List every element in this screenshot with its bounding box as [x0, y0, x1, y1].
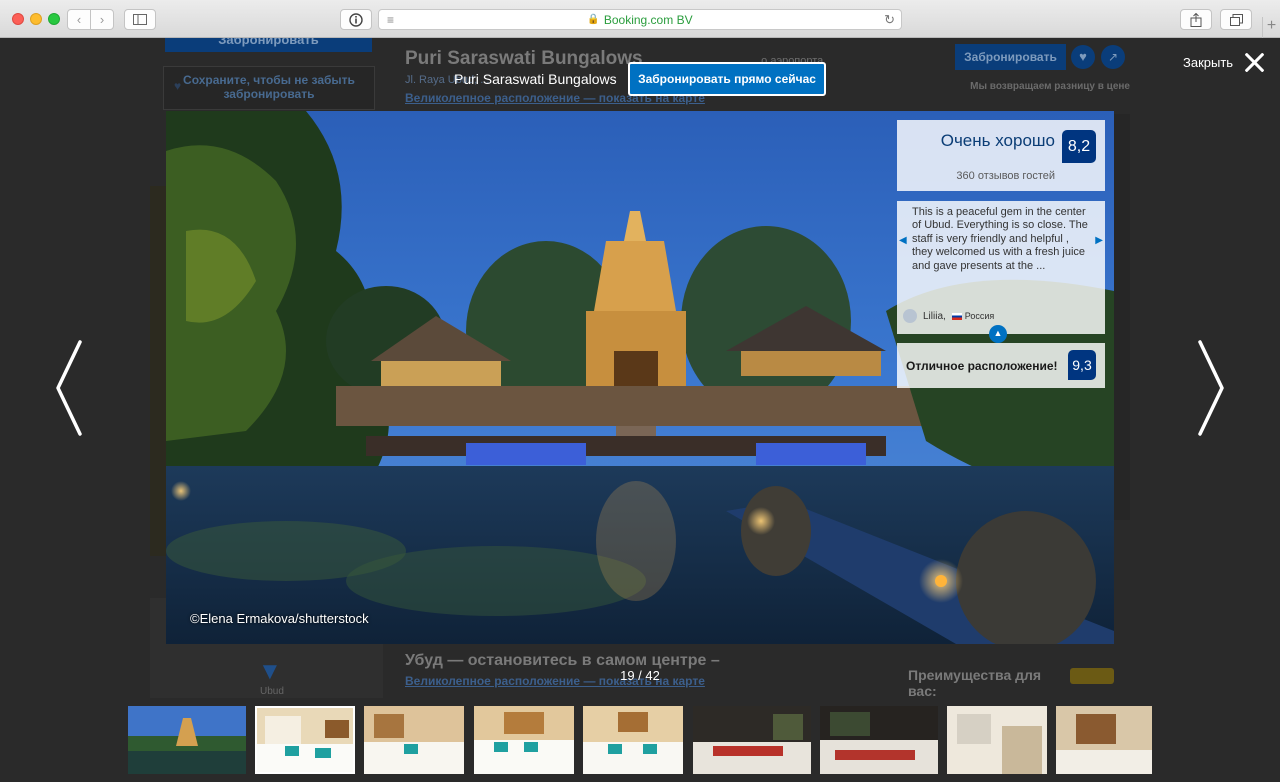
minimize-window-button[interactable]: [30, 13, 42, 25]
close-window-button[interactable]: [12, 13, 24, 25]
close-label: Закрыть: [1183, 54, 1234, 70]
location-panel: Отличное расположение! 9,3: [897, 343, 1105, 388]
thumbnail-1[interactable]: [128, 706, 246, 774]
thumbnail-9[interactable]: [1056, 706, 1152, 774]
chevron-right-icon[interactable]: [1196, 340, 1226, 436]
location-score-badge: 9,3: [1068, 350, 1096, 380]
bg-strip: [150, 186, 166, 556]
bg-book-right-button: Забронировать: [955, 44, 1066, 70]
heart-icon: ♥: [174, 79, 182, 93]
close-icon[interactable]: [1243, 51, 1265, 73]
bg-right-panel: [1114, 114, 1130, 520]
close-gallery-button[interactable]: Закрыть: [1183, 51, 1265, 73]
score-panel: Очень хорошо 360 отзывов гостей 8,2: [897, 120, 1105, 191]
avatar: [903, 309, 917, 323]
bg-hotel-title: Puri Saraswati Bungalows: [405, 48, 643, 69]
thumbnail-4[interactable]: [474, 706, 574, 774]
thumbnail-strip: [0, 706, 1280, 774]
thumbnail-5[interactable]: [583, 706, 683, 774]
review-panel: ◀ ▶ This is a peaceful gem in the center…: [897, 201, 1105, 343]
gallery-hotel-name: Puri Saraswati Bungalows: [454, 71, 617, 87]
bg-perks-badge: [1070, 668, 1114, 684]
tabs-icon[interactable]: [1220, 9, 1252, 30]
book-now-button[interactable]: Забронировать прямо сейчас: [628, 62, 826, 96]
review-next-icon[interactable]: ▶: [1095, 235, 1103, 246]
forward-icon[interactable]: ›: [91, 10, 113, 29]
thumbnail-2[interactable]: [255, 706, 355, 774]
review-count[interactable]: 360 отзывов гостей: [956, 170, 1055, 182]
bg-book-button: Забронировать: [165, 38, 372, 52]
location-label: Отличное расположение!: [906, 359, 1058, 373]
lock-icon: 🔒: [587, 14, 600, 25]
bg-map-label: Ubud: [260, 686, 284, 697]
reviewer-name: Liliia,: [923, 310, 946, 322]
thumbnail-3[interactable]: [364, 706, 464, 774]
thumbnail-6[interactable]: [693, 706, 811, 774]
url-text: Booking.com BV: [603, 12, 693, 27]
previous-photo-button[interactable]: [54, 340, 84, 436]
browser-toolbar: ‹ › ≡ 🔒 Booking.com BV ↻ +: [0, 0, 1280, 38]
chevron-left-icon[interactable]: [54, 340, 84, 436]
reviewer-country: Россия: [964, 311, 995, 321]
new-tab-icon[interactable]: +: [1262, 17, 1280, 38]
zoom-window-button[interactable]: [48, 13, 60, 25]
address-bar[interactable]: ≡ 🔒 Booking.com BV ↻: [378, 9, 902, 30]
chevron-up-icon[interactable]: ▲: [989, 325, 1007, 343]
sidebar-icon[interactable]: [124, 9, 156, 30]
bg-save-box: ♥ Сохраните, чтобы не забыть забронирова…: [163, 66, 375, 110]
bg-save-label: Сохраните, чтобы не забыть забронировать: [183, 73, 355, 101]
russia-flag-icon: [951, 312, 962, 320]
photo-counter: 19 / 42: [620, 668, 660, 683]
back-icon[interactable]: ‹: [68, 10, 91, 29]
gallery-photo[interactable]: ©Elena Ermakova/shutterstock Очень хорош…: [166, 111, 1114, 644]
reader-icon[interactable]: ≡: [387, 13, 394, 27]
thumbnail-8[interactable]: [947, 706, 1047, 774]
photo-credit: ©Elena Ermakova/shutterstock: [190, 611, 369, 626]
reviewer: Liliia, Россия: [903, 309, 994, 323]
share-icon[interactable]: [1180, 9, 1212, 30]
map-pin-icon: ▼: [258, 658, 282, 685]
history-nav: ‹ ›: [67, 9, 114, 30]
bg-guarantee: Мы возвращаем разницу в цене: [970, 81, 1130, 92]
thumbnail-7[interactable]: [820, 706, 938, 774]
bg-share-icon: ↗: [1101, 45, 1125, 69]
bg-heart-icon: ♥: [1071, 45, 1095, 69]
score-words: Очень хорошо: [940, 131, 1055, 150]
reload-icon[interactable]: ↻: [884, 12, 895, 28]
review-text: This is a peaceful gem in the center of …: [912, 206, 1088, 272]
score-badge: 8,2: [1062, 130, 1096, 163]
next-photo-button[interactable]: [1196, 340, 1226, 436]
bg-perks-title: Преимущества для вас:: [908, 667, 1042, 699]
review-prev-icon[interactable]: ◀: [899, 235, 907, 246]
info-icon[interactable]: [340, 9, 372, 30]
